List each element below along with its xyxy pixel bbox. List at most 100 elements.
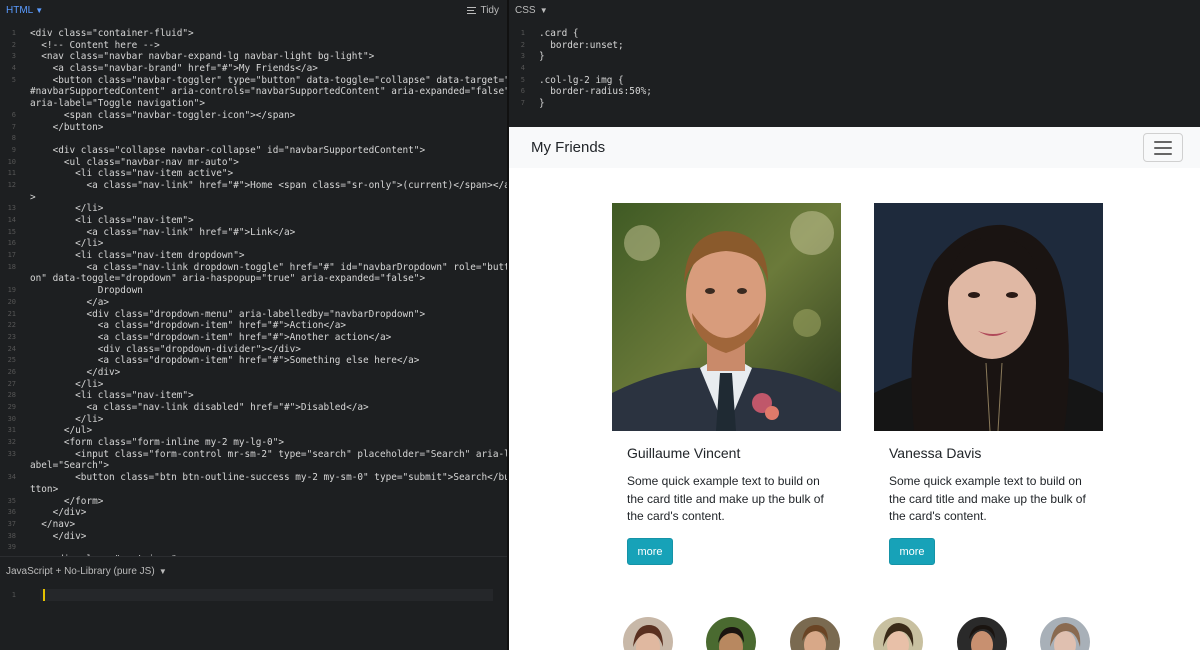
code-line: aria-label="Toggle navigation"> — [0, 98, 507, 110]
code-line: 4 <a class="navbar-brand" href="#">My Fr… — [0, 63, 507, 75]
active-line-highlight — [40, 589, 493, 601]
line-number: 3 — [520, 52, 525, 61]
friend-avatar — [1040, 617, 1090, 650]
code-text: <div class="dropdown-divider"></div> — [30, 343, 301, 355]
code-line: 26 </div> — [0, 367, 507, 379]
line-number: 23 — [7, 332, 16, 341]
line-number — [0, 192, 30, 204]
line-number: 34 — [7, 473, 16, 482]
line-number: 13 — [7, 204, 16, 213]
code-line: 15 <a class="nav-link" href="#">Link</a> — [0, 227, 507, 239]
line-number: 17 — [7, 251, 16, 260]
line-number: 28 — [7, 391, 16, 400]
line-number: 14 — [7, 216, 16, 224]
css-language-selector[interactable]: CSS ▼ — [515, 5, 548, 16]
line-number: 4 — [520, 64, 525, 73]
code-text: </div> — [30, 366, 121, 378]
code-text: } — [539, 51, 545, 63]
code-line: on" data-toggle="dropdown" aria-haspopup… — [0, 273, 507, 285]
hamburger-icon — [1154, 152, 1172, 155]
js-code-editor[interactable]: 1 — [0, 589, 507, 603]
js-language-selector[interactable]: JavaScript + No-Library (pure JS) ▼ — [6, 566, 167, 577]
code-text: Dropdown — [30, 285, 143, 297]
css-panel-header: CSS ▼ — [509, 0, 1200, 20]
line-number: 7 — [11, 122, 16, 131]
line-number: 6 — [11, 110, 16, 119]
css-code-editor[interactable]: 1 .card {2 border:unset; 3} 4 5 .col-lg-2 img… — [509, 28, 1200, 124]
code-line: #navbarSupportedContent" aria-controls="… — [0, 86, 507, 98]
code-text: <button class="btn btn-outline-success m… — [30, 472, 507, 484]
code-text: #navbarSupportedContent" aria-controls="… — [30, 86, 507, 98]
friend-avatar — [706, 617, 756, 650]
code-text: <a class="dropdown-item" href="#">Action… — [30, 320, 347, 332]
friend-card: Guillaume Vincent Some quick example tex… — [612, 203, 842, 566]
code-line: 32 <form class="form-inline my-2 my-lg-0… — [0, 437, 507, 449]
line-number: 21 — [7, 309, 16, 318]
code-text: </button> — [30, 121, 104, 133]
code-line: 3} — [509, 51, 1200, 63]
more-button[interactable]: more — [627, 538, 673, 566]
code-text: <form class="form-inline my-2 my-lg-0"> — [30, 437, 284, 449]
code-text: <a class="nav-link" href="#">Link</a> — [30, 226, 296, 238]
code-line: 10 <ul class="navbar-nav mr-auto"> — [0, 157, 507, 169]
code-line: 30 </li> — [0, 414, 507, 426]
code-text: </nav> — [30, 518, 76, 530]
code-line: 6 <span class="navbar-toggler-icon"></sp… — [0, 110, 507, 122]
line-number: 15 — [7, 227, 16, 236]
text-cursor — [43, 589, 45, 601]
code-line: 34 <button class="btn btn-outline-succes… — [0, 472, 507, 484]
code-line: 28 <li class="nav-item"> — [0, 390, 507, 402]
friend-avatar — [623, 617, 673, 650]
code-text: aria-label="Toggle navigation"> — [30, 98, 205, 110]
tidy-label: Tidy — [480, 4, 499, 16]
navbar-brand[interactable]: My Friends — [531, 139, 605, 156]
line-number: 31 — [7, 426, 16, 435]
line-number: 7 — [520, 99, 525, 108]
code-text: </li> — [30, 203, 104, 215]
line-number — [0, 460, 30, 472]
code-text: </li> — [30, 378, 104, 390]
css-language-label: CSS — [515, 4, 536, 16]
line-number — [0, 273, 30, 285]
code-line: 7} — [509, 98, 1200, 110]
friend-avatar — [790, 617, 840, 650]
code-line: 5 <button class="navbar-toggler" type="b… — [0, 75, 507, 87]
friend-photo — [612, 203, 841, 431]
line-number: 22 — [7, 321, 16, 330]
line-number: 1 — [520, 29, 525, 37]
code-text: <span class="navbar-toggler-icon"></span… — [30, 109, 296, 121]
line-number — [0, 484, 30, 496]
tidy-button[interactable]: Tidy — [467, 5, 499, 16]
card-text: Some quick example text to build on the … — [889, 474, 1086, 524]
code-text: <div class="collapse navbar-collapse" id… — [30, 144, 426, 156]
hamburger-icon — [1154, 146, 1172, 149]
code-line: 11 <li class="nav-item active"> — [0, 168, 507, 180]
navbar-toggler-button[interactable] — [1143, 133, 1183, 162]
line-number: 16 — [7, 239, 16, 248]
navbar: My Friends — [509, 127, 1200, 168]
html-language-selector[interactable]: HTML ▼ — [6, 5, 43, 16]
html-language-label: HTML — [6, 4, 34, 16]
code-text: <input class="form-control mr-sm-2" type… — [30, 448, 507, 460]
card-body: Vanessa Davis Some quick example text to… — [874, 431, 1104, 566]
code-line: 1 .card { — [509, 28, 1200, 40]
line-number: 29 — [7, 403, 16, 411]
html-code-editor[interactable]: 1 <div class="container-fluid"> 2 <!-- Con… — [0, 28, 507, 556]
code-line: 19 Dropdown — [0, 285, 507, 297]
code-text: .col-lg-2 img { — [539, 74, 624, 86]
code-line: 25 <a class="dropdown-item" href="#">Som… — [0, 355, 507, 367]
code-text: </ul> — [30, 425, 93, 437]
line-number: 12 — [7, 180, 16, 189]
line-number: 11 — [7, 169, 16, 178]
code-line: 6 border-radius:50%; — [509, 86, 1200, 98]
code-text: </li> — [30, 238, 104, 250]
card-body: Guillaume Vincent Some quick example tex… — [612, 431, 842, 566]
code-line: 36 </div> — [0, 507, 507, 519]
code-text: on" data-toggle="dropdown" aria-haspopup… — [30, 273, 426, 285]
code-text: } — [539, 98, 545, 110]
line-number: 4 — [11, 64, 16, 73]
more-button[interactable]: more — [889, 538, 935, 566]
code-text: <li class="nav-item active"> — [30, 168, 234, 180]
woman-portrait-image — [874, 203, 1103, 431]
line-number: 35 — [7, 496, 16, 505]
